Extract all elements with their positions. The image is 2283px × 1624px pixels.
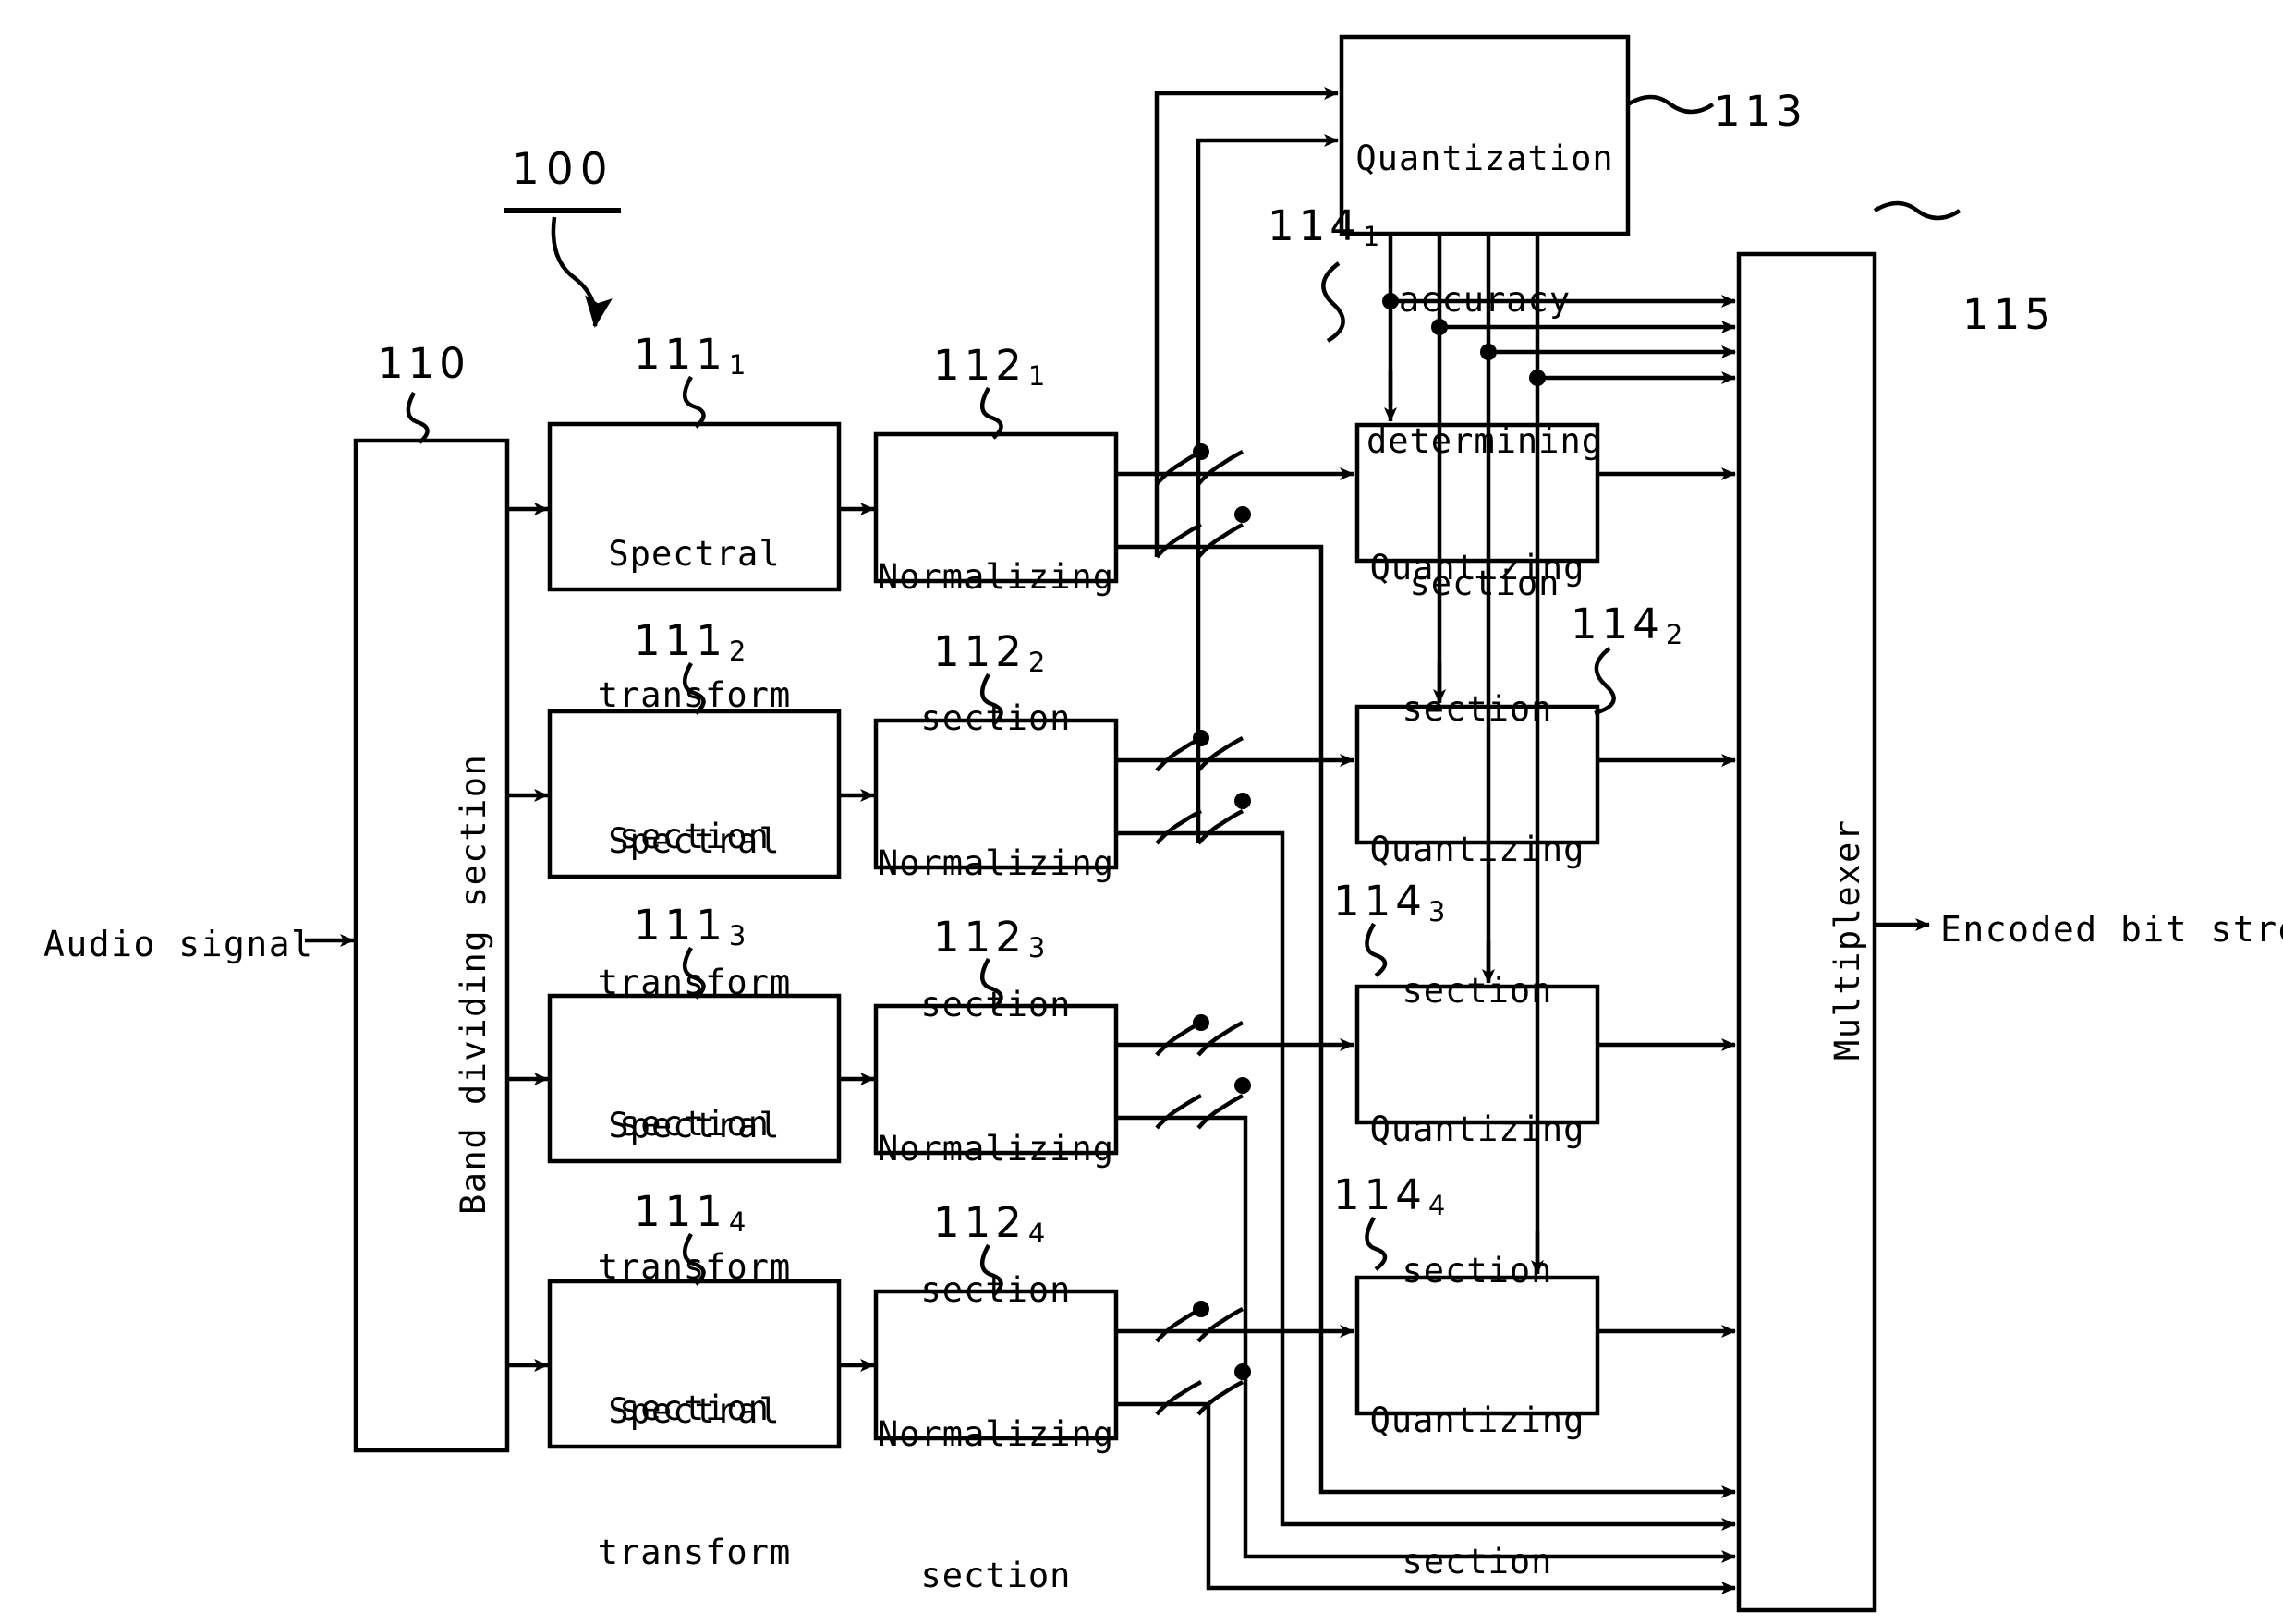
lead-113 <box>1626 94 1715 115</box>
quantizing-2-line1: Quantizing <box>1369 830 1585 870</box>
hop-c2b <box>1196 808 1245 845</box>
band-dividing-section-label: Band dividing section <box>454 753 493 1215</box>
normalizing-4-line1: Normalizing <box>877 1414 1115 1455</box>
audio-signal-label: Audio signal <box>43 924 314 964</box>
hop-c4b <box>1196 1379 1245 1416</box>
diagram-canvas: 100 Audio signal Encoded bit stream Band… <box>0 0 2283 1624</box>
spectral-transform-1-line1: Spectral <box>608 534 781 575</box>
normalizing-2-line1: Normalizing <box>877 843 1115 884</box>
hop-c4a <box>1155 1379 1203 1416</box>
ref-114-3: 1143 <box>1333 877 1446 927</box>
junction-dot-h8 <box>1234 1363 1251 1380</box>
lead-111-1 <box>683 375 706 429</box>
hop-c2a <box>1155 808 1203 845</box>
diagram-vector-layer <box>305 34 1961 1613</box>
normalizing-1-line1: Normalizing <box>877 557 1115 598</box>
ref-112-3: 1123 <box>933 913 1046 963</box>
hop-c3a <box>1155 1093 1203 1130</box>
ref-115: 115 <box>1962 290 2056 339</box>
spectral-transform-4-line1: Spectral <box>608 1391 781 1432</box>
ref-112-4: 1124 <box>933 1198 1046 1249</box>
quantizing-4-line2: section <box>1402 1542 1553 1582</box>
lead-112-1 <box>980 386 1003 440</box>
junction-dot-h3 <box>1193 730 1209 746</box>
lead-114-1 <box>1321 261 1345 343</box>
spectral-transform-2-line2: transform <box>597 963 792 1003</box>
quantization-accuracy-line2: accuracy <box>1398 280 1572 321</box>
quantizing-3-line1: Quantizing <box>1369 1109 1585 1150</box>
ref-111-3: 1113 <box>634 901 747 951</box>
ref-113: 113 <box>1714 87 1807 136</box>
quantizing-1-line1: Quantizing <box>1369 548 1585 588</box>
ref-112-2: 1122 <box>933 627 1046 678</box>
normalizing-1-line2: section <box>920 698 1072 739</box>
hop-c1b <box>1196 522 1245 559</box>
spectral-transform-3-line1: Spectral <box>608 1106 781 1146</box>
junction-dot-h2 <box>1234 506 1251 523</box>
lead-115 <box>1873 200 1961 221</box>
spectral-transform-4-line2: transform <box>597 1533 792 1573</box>
normalizing-2-line2: section <box>920 985 1072 1025</box>
ref-111-1: 1111 <box>634 330 747 381</box>
spectral-transform-1-line2: transform <box>597 675 792 716</box>
junction-dot-h7 <box>1193 1301 1209 1317</box>
figure-number: 100 <box>512 144 614 195</box>
spectral-transform-2-line1: Spectral <box>608 821 781 862</box>
junction-dot-h5 <box>1193 1014 1209 1031</box>
normalizing-4-line2: section <box>920 1556 1072 1596</box>
encoded-bit-stream-label: Encoded bit stream <box>1940 909 2283 950</box>
lead-100 <box>551 216 613 328</box>
quantizing-4-line1: Quantizing <box>1369 1400 1585 1441</box>
quantizing-3-line2: section <box>1402 1251 1553 1291</box>
ref-112-1: 1121 <box>933 341 1046 392</box>
ref-114-4: 1144 <box>1333 1170 1446 1221</box>
normalizing-3-line2: section <box>920 1270 1072 1311</box>
spectral-transform-3-line2: transform <box>597 1247 792 1288</box>
ref-110: 110 <box>377 339 470 388</box>
quantization-accuracy-line1: Quantization <box>1355 139 1614 179</box>
ref-114-1: 1141 <box>1268 201 1380 252</box>
ref-114-2: 1142 <box>1571 600 1683 650</box>
normalizing-3-line1: Normalizing <box>877 1129 1115 1170</box>
hop-c1a <box>1155 522 1203 559</box>
lead-110 <box>406 391 430 444</box>
normalizing-label-4: Normalizing section <box>867 1316 1125 1624</box>
junction-dot-h6 <box>1234 1077 1251 1094</box>
ref-111-4: 1114 <box>634 1187 747 1238</box>
spectral-transform-label-4: Spectral transform section <box>550 1293 839 1624</box>
multiplexer-label: Multiplexer <box>1828 818 1867 1060</box>
quantizing-1-line2: section <box>1402 689 1553 730</box>
ref-111-2: 1112 <box>634 616 747 667</box>
quantizing-2-line2: section <box>1402 971 1553 1012</box>
accuracy-input-bus-1 <box>1154 87 1339 557</box>
hop-c3b <box>1196 1093 1245 1130</box>
quantizing-label-4: Quantizing section <box>1348 1303 1607 1624</box>
junction-dot-h1 <box>1193 443 1209 460</box>
junction-dot-h4 <box>1234 793 1251 809</box>
